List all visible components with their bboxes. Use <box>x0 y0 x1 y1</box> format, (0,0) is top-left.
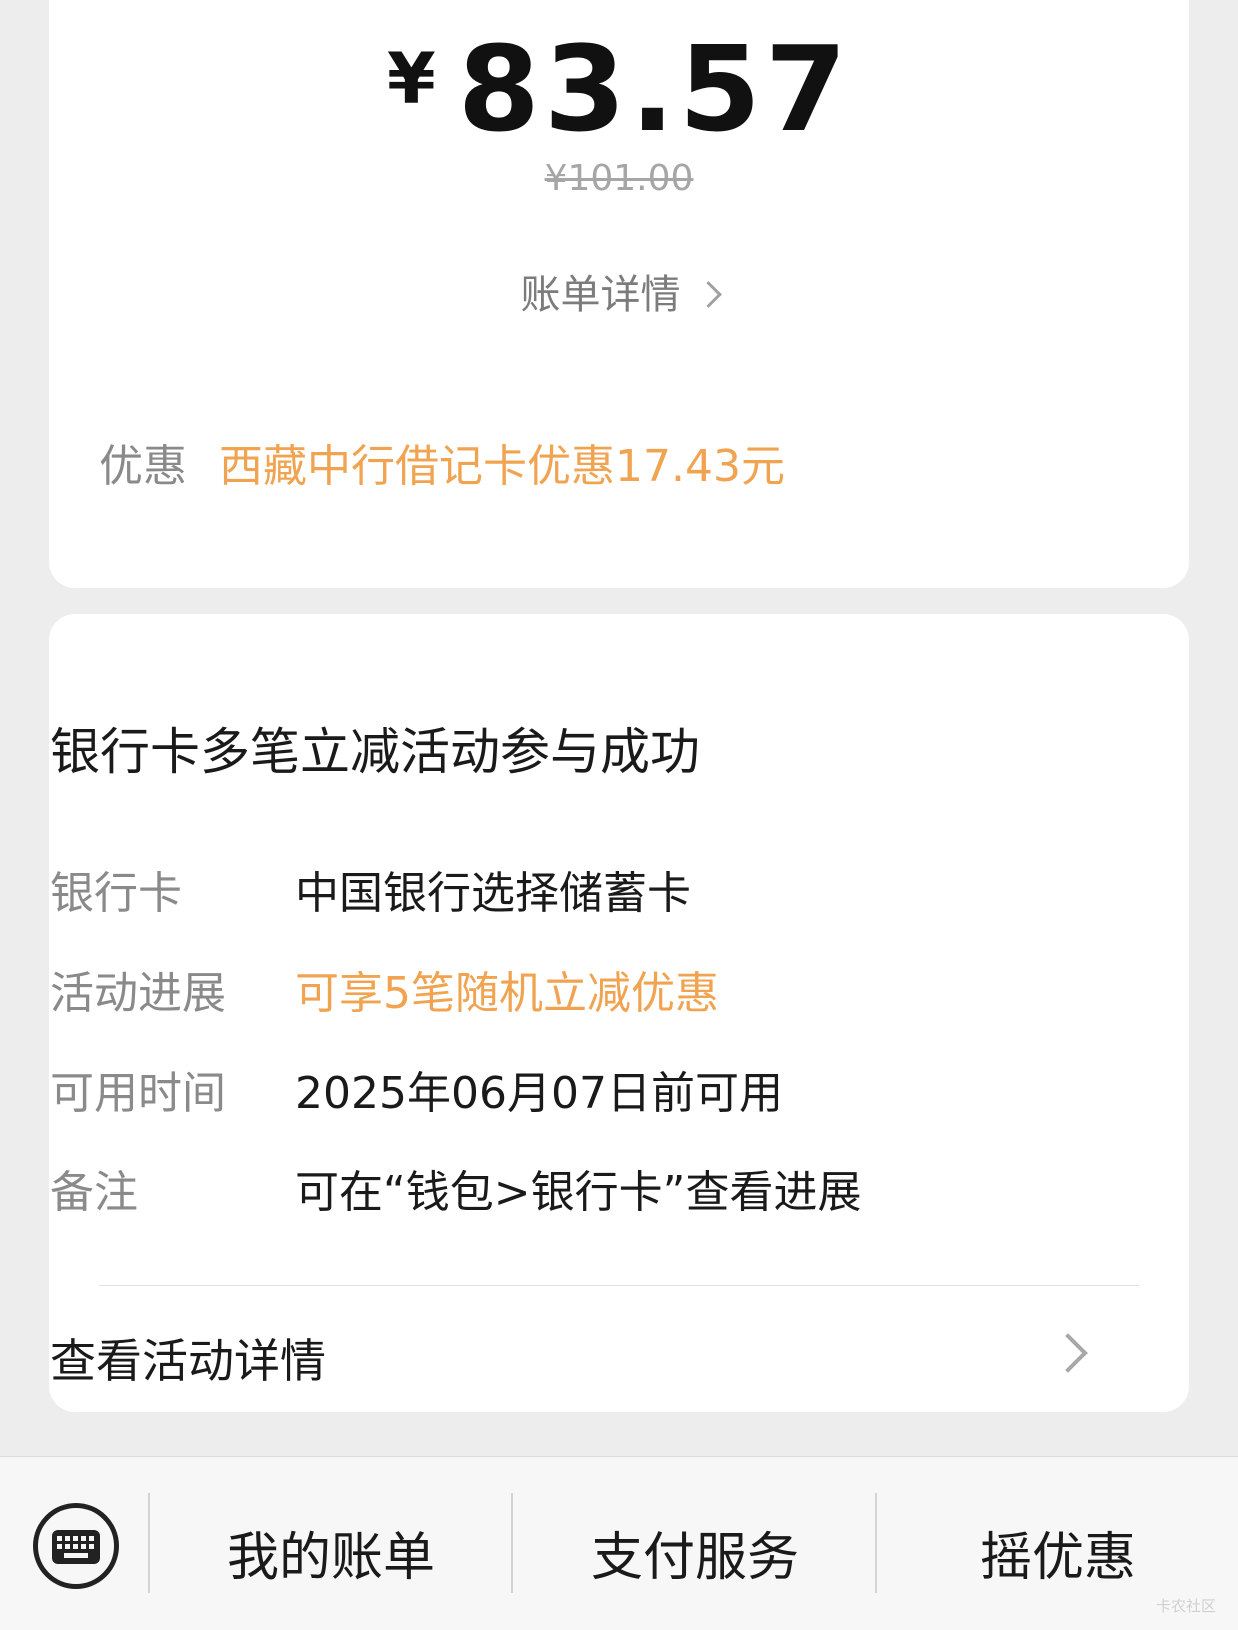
chevron-right-icon <box>1048 1333 1088 1373</box>
tab-separator <box>875 1493 877 1593</box>
view-activity-detail-link[interactable]: 查看活动详情 <box>50 1325 1090 1388</box>
row-label: 可用时间 <box>50 1068 226 1119</box>
bill-detail-link[interactable]: 账单详情 <box>49 262 1189 320</box>
keyboard-toggle-button[interactable] <box>33 1503 119 1589</box>
bill-detail-label: 账单详情 <box>520 272 681 318</box>
tab-my-bills[interactable]: 我的账单 <box>151 1515 511 1590</box>
info-row-remark: 备注 可在“钱包>银行卡”查看进展 <box>50 1156 861 1220</box>
row-value: 可享5笔随机立减优惠 <box>295 968 719 1019</box>
watermark: 卡农社区 <box>1155 1597 1216 1615</box>
bottom-menu-bar: 我的账单 支付服务 摇优惠 卡农社区 <box>0 1456 1238 1630</box>
tab-shake-discount[interactable]: 摇优惠 <box>878 1515 1238 1590</box>
row-label: 备注 <box>50 1167 138 1218</box>
info-row-bank-card: 银行卡 中国银行选择储蓄卡 <box>50 857 691 921</box>
row-label: 银行卡 <box>50 868 182 919</box>
paid-amount: ¥83.57 <box>49 20 1189 158</box>
tab-payment-services[interactable]: 支付服务 <box>514 1515 876 1590</box>
discount-value: 西藏中行借记卡优惠17.43元 <box>219 441 785 492</box>
discount-row: 优惠 西藏中行借记卡优惠17.43元 <box>99 430 785 494</box>
row-value: 中国银行选择储蓄卡 <box>295 868 691 919</box>
amount-value: 83.57 <box>457 20 851 158</box>
discount-label: 优惠 <box>99 441 187 492</box>
tab-separator <box>511 1493 513 1593</box>
row-value: 可在“钱包>银行卡”查看进展 <box>295 1167 862 1218</box>
info-row-progress: 活动进展 可享5笔随机立减优惠 <box>50 957 719 1021</box>
original-price: ¥101.00 <box>544 158 694 199</box>
row-label: 活动进展 <box>50 968 226 1019</box>
view-activity-detail-label: 查看活动详情 <box>50 1334 326 1388</box>
info-row-valid-time: 可用时间 2025年06月07日前可用 <box>50 1057 783 1121</box>
chevron-right-icon <box>694 281 722 308</box>
tab-separator <box>148 1493 150 1593</box>
row-value: 2025年06月07日前可用 <box>295 1068 783 1119</box>
payment-summary-card: ¥83.57 ¥101.00 账单详情 优惠 西藏中行借记卡优惠17.43元 <box>49 0 1189 588</box>
currency-symbol: ¥ <box>387 38 436 120</box>
activity-title: 银行卡多笔立减活动参与成功 <box>50 723 700 781</box>
keyboard-icon <box>52 1530 100 1564</box>
divider <box>99 1285 1139 1286</box>
